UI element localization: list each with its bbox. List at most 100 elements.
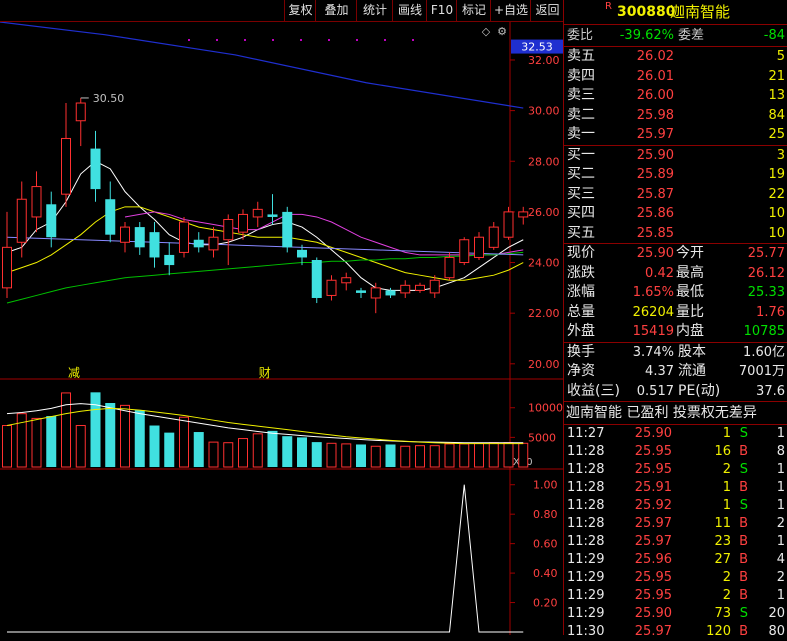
asks-volume: 25 — [768, 127, 785, 142]
event-marker: 财 — [259, 366, 271, 380]
tick-row: 11:28 25.91 1 B 1 — [564, 479, 787, 497]
fund-row: 收益(三) 0.517 PE(动) 37.6 — [564, 382, 787, 402]
candle-body — [16, 198, 27, 243]
toolbar-button-6[interactable]: +自选 — [490, 0, 531, 21]
candlestick-chart[interactable]: 32.00 30.00 28.00 26.00 24.00 22.00 20.00 32.53… — [0, 21, 563, 635]
quote-row: 现价 25.90 今开 25.77 — [564, 244, 787, 264]
tick-row: 11:28 25.92 1 S 1 — [564, 497, 787, 515]
tick-count: 2 — [776, 570, 785, 585]
quote-value: 1.65% — [632, 285, 674, 300]
tick-volume: 1 — [722, 498, 731, 513]
asks-price: 26.00 — [636, 88, 674, 103]
bids-volume: 19 — [768, 167, 785, 182]
bids-price: 25.86 — [636, 206, 674, 221]
candle-body — [149, 232, 160, 258]
toolbar-button-3[interactable]: 画线 — [392, 0, 427, 21]
candle-body — [2, 246, 12, 289]
tick-count: 4 — [776, 552, 785, 567]
tick-row: 11:29 25.95 2 B 2 — [564, 569, 787, 587]
tick-volume: 27 — [714, 552, 731, 567]
tick-list[interactable]: 11:27 25.90 1 S 1 11:28 25.95 16 B 8 11:28 25.95 2 S 1… — [564, 425, 787, 641]
asks-row: 卖一 25.97 25 — [564, 125, 787, 145]
bids-row: 买二 25.89 19 — [564, 165, 787, 185]
volume-bar — [474, 442, 484, 468]
volume-bar — [238, 438, 248, 468]
diamond-icon: ◇ — [482, 25, 491, 38]
tick-price: 25.90 — [634, 426, 672, 441]
candle-body — [488, 226, 499, 248]
toolbar: 复权 叠加 统计 画线 F10 标记 +自选 返回 — [0, 0, 563, 22]
current-price-label: 32.53 — [521, 41, 553, 54]
volume-bar — [429, 445, 440, 468]
quote-value: 10785 — [743, 324, 785, 339]
candle-body — [267, 214, 278, 217]
bids-label: 买二 — [567, 166, 595, 182]
price-tick-label: 24.00 — [528, 257, 560, 270]
tick-time: 11:28 — [567, 498, 605, 513]
tick-price: 25.95 — [634, 588, 672, 603]
high-annotation-label: 30.50 — [93, 92, 125, 105]
candle-body — [518, 211, 529, 218]
dot-marker — [328, 39, 330, 41]
tick-row: 11:29 25.95 2 B 1 — [564, 587, 787, 605]
asks-price: 26.01 — [636, 68, 674, 84]
fund-row: 净资 4.37 流通 7001万 — [564, 362, 787, 382]
tick-side: B — [739, 588, 748, 603]
tick-volume: 23 — [714, 534, 731, 549]
candle-body — [164, 254, 175, 266]
asks-label: 卖二 — [567, 106, 595, 123]
bids-row: 买一 25.90 3 — [564, 146, 787, 166]
dot-marker — [356, 39, 358, 41]
tick-time: 11:28 — [567, 444, 605, 459]
toolbar-button-1[interactable]: 叠加 — [315, 0, 357, 21]
asks-label: 卖一 — [567, 126, 595, 142]
tick-row: 11:27 25.90 1 S 1 — [564, 425, 787, 443]
volume-bar — [370, 445, 381, 468]
tick-side: B — [739, 570, 748, 585]
stock-header: R 300880 迦南智能 — [564, 0, 787, 25]
bids-volume: 3 — [776, 147, 785, 163]
indicator-line — [7, 484, 524, 633]
indicator-tick-label: 1.00 — [533, 479, 558, 492]
quote-label: 总量 — [567, 303, 595, 320]
tick-time: 11:29 — [567, 588, 605, 603]
bids-price: 25.90 — [636, 147, 674, 163]
bids-price: 25.85 — [636, 225, 674, 241]
asks-row: 卖五 26.02 5 — [564, 47, 787, 67]
fund-value: 0.517 — [636, 383, 674, 399]
volume-bar — [149, 425, 160, 467]
candle-body — [193, 239, 204, 248]
indicator-tick-label: 0.40 — [533, 567, 558, 580]
tick-volume: 2 — [722, 570, 731, 585]
candle-body — [326, 279, 337, 296]
chart-area[interactable]: 32.00 30.00 28.00 26.00 24.00 22.00 20.00 32.53… — [0, 21, 563, 635]
bids-volume: 22 — [768, 186, 785, 202]
volume-bar — [503, 442, 514, 468]
tick-time: 11:29 — [567, 570, 605, 585]
settings-icon: ⚙ — [497, 25, 507, 38]
toolbar-button-5[interactable]: 标记 — [456, 0, 491, 21]
tick-price: 25.95 — [634, 444, 672, 459]
tick-volume: 1 — [722, 480, 731, 495]
toolbar-button-0[interactable]: 复权 — [284, 0, 316, 21]
tick-volume: 16 — [714, 444, 731, 459]
quote-label: 现价 — [567, 245, 595, 261]
candle-body — [444, 256, 455, 279]
fund-value: 4.37 — [645, 364, 674, 379]
toolbar-button-4[interactable]: F10 — [426, 0, 457, 21]
tick-price: 25.92 — [634, 498, 672, 513]
candle-body — [459, 239, 470, 264]
asks-row: 卖四 26.01 21 — [564, 67, 787, 87]
fund-label: 换手 — [567, 343, 595, 360]
fund-value: 3.74% — [632, 344, 674, 360]
tick-count: 1 — [776, 498, 785, 513]
tick-side: S — [739, 462, 748, 477]
toolbar-button-7[interactable]: 返回 — [530, 0, 564, 21]
tick-side: B — [739, 516, 748, 531]
quote-value: 25.33 — [747, 285, 785, 300]
tick-count: 2 — [776, 516, 785, 531]
toolbar-button-2[interactable]: 统计 — [356, 0, 393, 21]
tick-time: 11:28 — [567, 462, 605, 477]
bids-label: 买五 — [567, 224, 595, 241]
stock-code: 300880 — [617, 4, 676, 20]
